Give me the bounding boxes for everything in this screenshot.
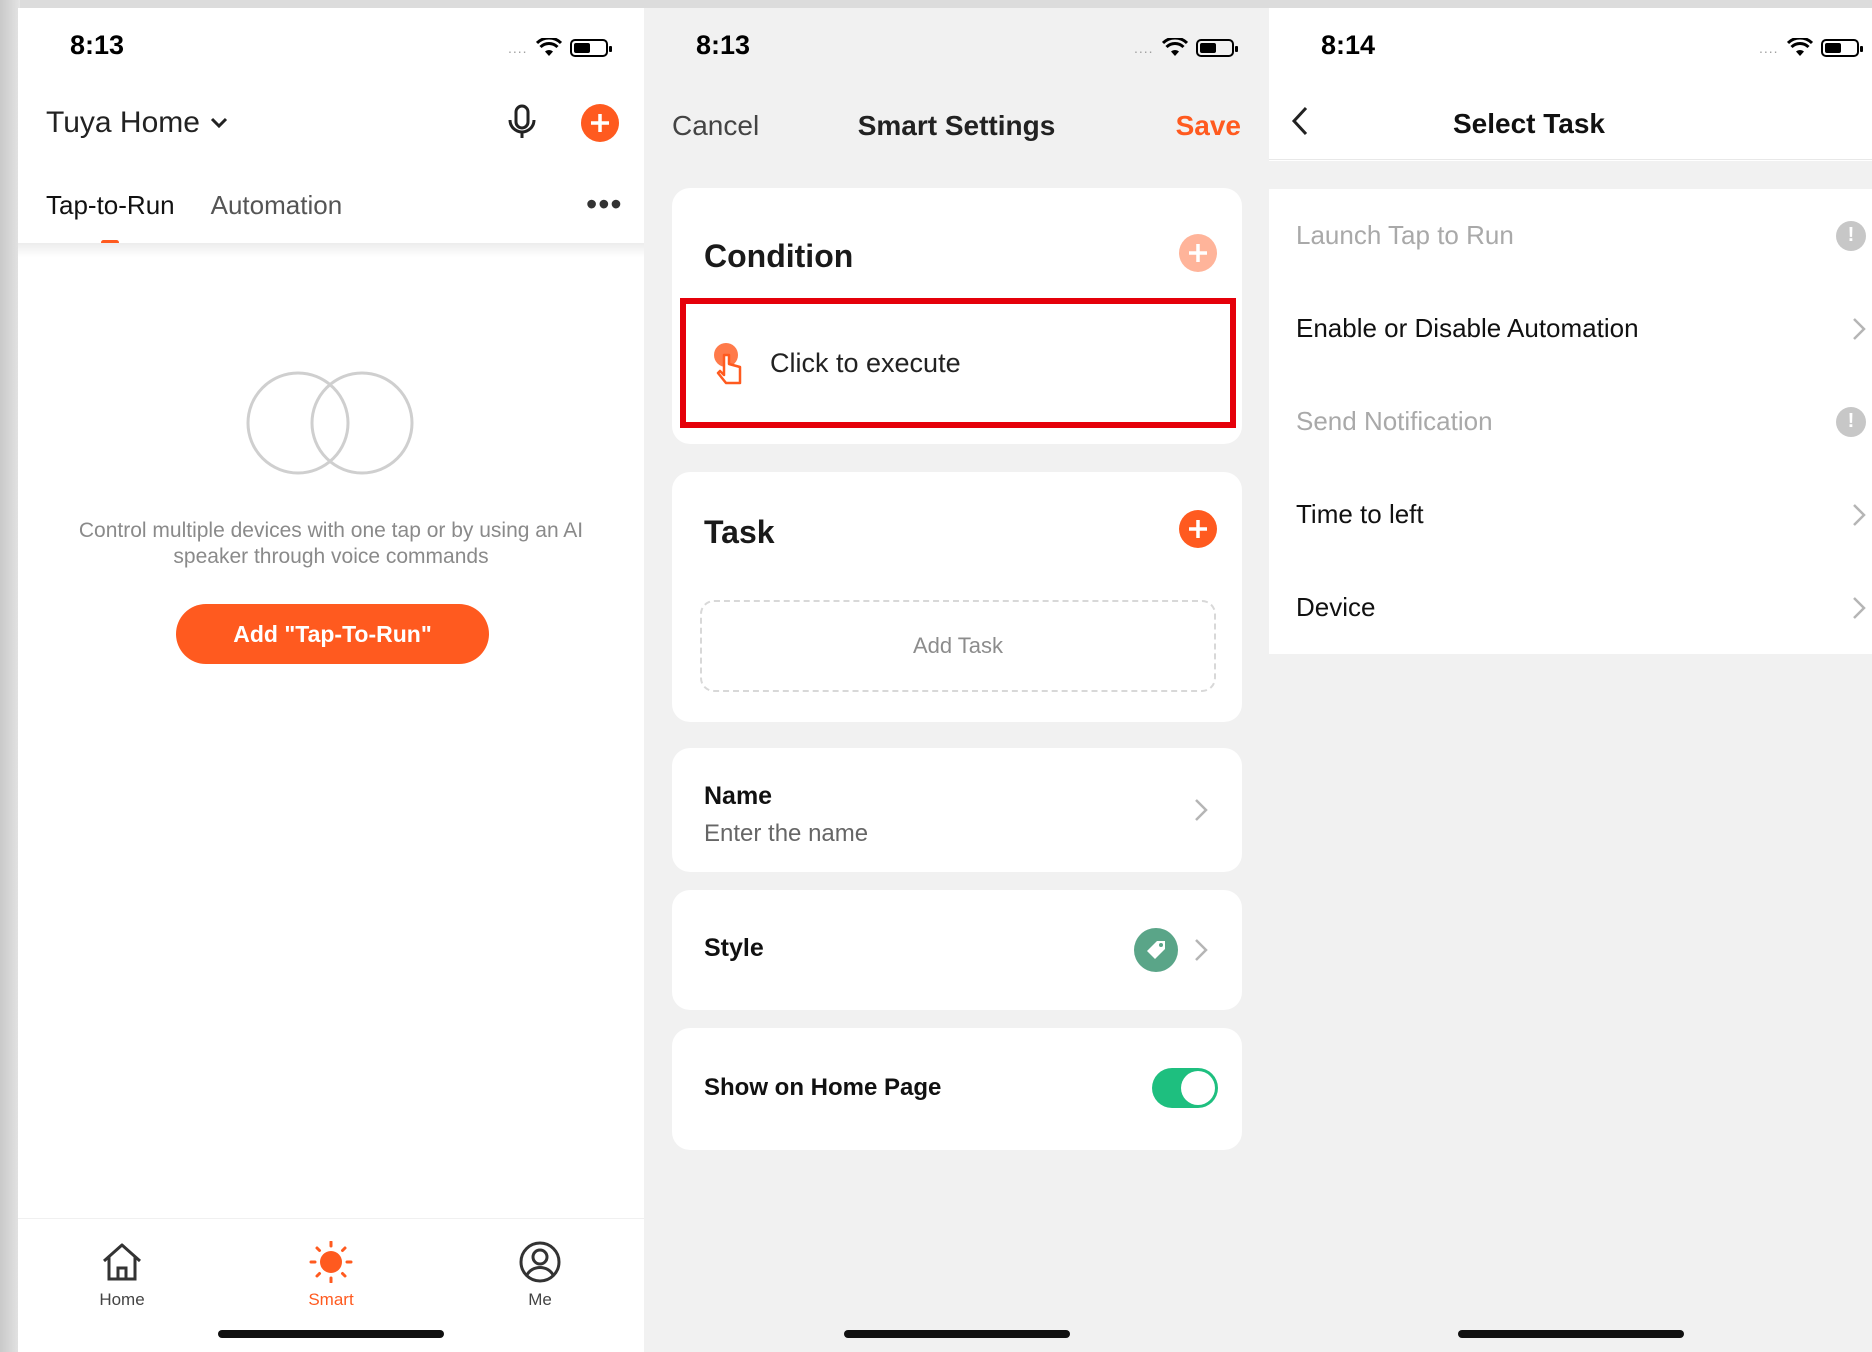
info-icon[interactable]: !: [1836, 220, 1866, 251]
add-task-plus-button[interactable]: [1179, 510, 1217, 553]
cancel-button[interactable]: Cancel: [672, 110, 759, 142]
condition-click-to-execute[interactable]: Click to execute: [680, 298, 1236, 428]
chevron-right-icon: [1195, 799, 1208, 821]
show-home-row: Show on Home Page: [672, 1028, 1242, 1150]
name-placeholder: Enter the name: [704, 820, 869, 847]
background-edge: [0, 0, 20, 1352]
condition-card: Condition Click to execute: [672, 188, 1242, 444]
select-task-screen: 8:14 .... Select Task Launch Tap to Run …: [1269, 8, 1872, 1352]
tabbar-smart-label: Smart: [308, 1290, 354, 1309]
list-item-label: Enable or Disable Automation: [1296, 313, 1639, 343]
home-indicator: [843, 1330, 1070, 1338]
show-home-label: Show on Home Page: [704, 1074, 942, 1101]
task-time-to-left[interactable]: Time to left: [1269, 468, 1872, 561]
empty-area: [1269, 654, 1872, 1352]
battery-icon: [1820, 39, 1863, 57]
wifi-icon: [1161, 38, 1188, 56]
plus-circle-icon: [1179, 234, 1217, 272]
home-title: Tuya Home: [46, 106, 200, 139]
tabbar-home-label: Home: [99, 1290, 145, 1309]
empty-state-illustration: [246, 368, 416, 483]
home-indicator: [218, 1330, 444, 1338]
wifi-icon: [1786, 38, 1813, 56]
status-time: 8:13: [70, 30, 125, 60]
status-time: 8:14: [1321, 30, 1376, 60]
chevron-right-icon: [1195, 939, 1208, 961]
status-icons: ....: [1759, 38, 1863, 58]
task-enable-disable-automation[interactable]: Enable or Disable Automation: [1269, 282, 1872, 375]
microphone-icon: [508, 104, 536, 138]
home-selector[interactable]: Tuya Home: [46, 106, 228, 140]
tab-tap-to-run[interactable]: Tap-to-Run: [46, 190, 175, 221]
plus-circle-icon: [581, 104, 619, 142]
task-send-notification[interactable]: Send Notification !: [1269, 375, 1872, 468]
tabbar-me-label: Me: [528, 1290, 552, 1309]
list-item-label: Launch Tap to Run: [1296, 220, 1514, 250]
tabbar-smart[interactable]: Smart: [271, 1240, 391, 1310]
task-type-list: Launch Tap to Run ! Enable or Disable Au…: [1269, 189, 1872, 654]
show-home-toggle[interactable]: [1152, 1068, 1218, 1108]
tap-hand-icon: [714, 343, 742, 385]
signal-icon: ....: [1134, 40, 1154, 56]
smart-screen: 8:13 .... Tuya Home Tap-to-Run Automatio…: [18, 8, 644, 1352]
list-item-label: Time to left: [1296, 499, 1424, 529]
info-icon[interactable]: !: [1836, 406, 1866, 437]
add-tap-to-run-button[interactable]: Add "Tap-To-Run": [176, 604, 489, 664]
list-item-label: Send Notification: [1296, 406, 1493, 436]
section-spacer: [1269, 161, 1872, 189]
add-button[interactable]: [581, 104, 619, 147]
nav-bar: Select Task: [1269, 78, 1872, 160]
smart-settings-screen: 8:13 .... Smart Settings Cancel Save Con…: [644, 8, 1269, 1352]
status-icons: ....: [1134, 38, 1238, 58]
task-device[interactable]: Device: [1269, 561, 1872, 654]
status-time: 8:13: [696, 30, 751, 60]
tabbar-home[interactable]: Home: [62, 1241, 182, 1310]
bottom-tab-bar: Home Smart Me: [18, 1218, 644, 1352]
plus-circle-icon: [1179, 510, 1217, 548]
task-launch-tap-to-run[interactable]: Launch Tap to Run !: [1269, 189, 1872, 282]
task-title: Task: [704, 514, 775, 550]
house-icon: [103, 1243, 141, 1281]
name-label: Name: [704, 782, 773, 810]
name-row[interactable]: Name Enter the name: [672, 748, 1242, 872]
divider: [18, 243, 644, 257]
tabbar-me[interactable]: Me: [480, 1241, 600, 1310]
wifi-icon: [535, 38, 562, 56]
style-label: Style: [704, 934, 764, 962]
scene-tabs: Tap-to-Run Automation: [46, 190, 342, 221]
microphone-button[interactable]: [506, 104, 538, 145]
style-row[interactable]: Style: [672, 890, 1242, 1010]
status-icons: ....: [508, 38, 612, 58]
chevron-right-icon: [1853, 503, 1866, 526]
save-button[interactable]: Save: [1176, 110, 1241, 142]
chevron-right-icon: [1853, 317, 1866, 340]
add-task-button[interactable]: Add Task: [700, 600, 1216, 692]
task-card: Task Add Task: [672, 472, 1242, 722]
home-indicator: [1457, 1330, 1684, 1338]
battery-icon: [1195, 39, 1238, 57]
person-icon: [519, 1241, 561, 1283]
chevron-right-icon: [1853, 596, 1866, 619]
battery-icon: [569, 39, 612, 57]
chevron-down-icon: [210, 117, 228, 129]
empty-state-description: Control multiple devices with one tap or…: [78, 519, 584, 568]
tab-automation[interactable]: Automation: [211, 190, 343, 221]
condition-title: Condition: [704, 238, 854, 274]
list-item-label: Device: [1296, 592, 1376, 622]
page-title: Select Task: [1452, 108, 1606, 139]
more-options-icon[interactable]: •••: [586, 186, 623, 223]
style-tag-icon: [1134, 928, 1178, 972]
condition-item-label: Click to execute: [770, 347, 961, 378]
signal-icon: ....: [1759, 40, 1779, 56]
signal-icon: ....: [508, 40, 528, 56]
sun-icon: [309, 1240, 353, 1284]
add-condition-button[interactable]: [1179, 234, 1217, 277]
